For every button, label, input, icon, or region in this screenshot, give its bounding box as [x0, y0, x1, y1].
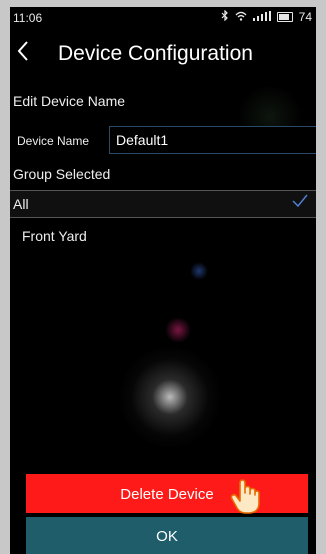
hand-pointer-icon	[229, 479, 261, 520]
group-selected-heading: Group Selected	[13, 166, 111, 182]
page-title: Device Configuration	[58, 42, 253, 65]
bluetooth-icon	[221, 9, 229, 24]
group-item-label: Front Yard	[22, 228, 87, 244]
background-glow	[190, 262, 208, 280]
edit-device-heading: Edit Device Name	[13, 93, 126, 109]
group-item-all[interactable]: All	[10, 190, 316, 218]
signal-icon	[252, 10, 271, 24]
status-icons: 74	[221, 9, 312, 24]
checkmark-icon	[292, 194, 308, 211]
group-item-label: All	[13, 196, 29, 212]
background-glow	[165, 317, 191, 343]
device-name-input[interactable]	[109, 126, 316, 154]
background-glow	[120, 347, 220, 447]
status-bar: 11:06 74	[10, 7, 316, 29]
battery-icon	[276, 12, 293, 22]
wifi-icon	[235, 10, 247, 24]
battery-level: 74	[298, 10, 312, 24]
phone-screen: 11:06 74 Device Configuration Edit Devic…	[10, 7, 316, 554]
back-button[interactable]	[16, 40, 42, 68]
ok-button[interactable]: OK	[26, 517, 308, 554]
chevron-left-icon	[16, 41, 30, 68]
title-bar: Device Configuration	[10, 37, 316, 73]
group-item-front-yard[interactable]: Front Yard	[10, 223, 316, 249]
delete-device-button[interactable]: Delete Device	[26, 474, 308, 513]
device-name-row: Device Name	[13, 126, 316, 156]
status-time: 11:06	[13, 11, 43, 25]
device-name-label: Device Name	[17, 134, 90, 148]
